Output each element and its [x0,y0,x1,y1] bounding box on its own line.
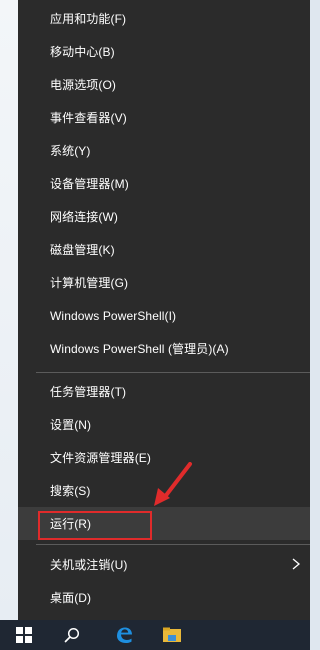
menu-item-powershell[interactable]: Windows PowerShell(I) [18,299,310,332]
menu-item-label: 设备管理器(M) [50,177,129,191]
menu-item-label: 搜索(S) [50,484,91,498]
menu-item-disk-management[interactable]: 磁盘管理(K) [18,233,310,266]
menu-item-label: 桌面(D) [50,591,92,605]
menu-item-label: 关机或注销(U) [50,558,128,572]
menu-item-desktop[interactable]: 桌面(D) [18,581,310,614]
menu-item-system[interactable]: 系统(Y) [18,134,310,167]
menu-item-power-options[interactable]: 电源选项(O) [18,68,310,101]
menu-item-label: 网络连接(W) [50,210,119,224]
taskbar-file-explorer-button[interactable] [148,620,196,650]
menu-item-mobility-center[interactable]: 移动中心(B) [18,35,310,68]
menu-item-apps-and-features[interactable]: 应用和功能(F) [18,2,310,35]
search-icon [64,627,80,643]
menu-item-label: 移动中心(B) [50,45,115,59]
menu-separator [36,544,310,545]
taskbar-search-button[interactable] [48,620,96,650]
menu-item-label: 运行(R) [50,517,92,531]
red-arrow-annotation [154,462,192,506]
windows-start-icon [16,627,32,643]
menu-item-shutdown-or-sign-out[interactable]: 关机或注销(U) [18,548,310,581]
menu-item-label: 设置(N) [50,418,92,432]
menu-item-label: 文件资源管理器(E) [50,451,151,465]
menu-item-computer-management[interactable]: 计算机管理(G) [18,266,310,299]
menu-item-label: 计算机管理(G) [50,276,129,290]
menu-item-label: 磁盘管理(K) [50,243,115,257]
edge-browser-icon [117,627,132,643]
menu-item-label: Windows PowerShell (管理员)(A) [50,342,229,356]
menu-item-network-connections[interactable]: 网络连接(W) [18,200,310,233]
menu-item-settings[interactable]: 设置(N) [18,408,310,441]
menu-item-label: Windows PowerShell(I) [50,308,177,323]
menu-item-label: 电源选项(O) [50,78,117,92]
desktop-background [0,0,19,620]
menu-item-event-viewer[interactable]: 事件查看器(V) [18,101,310,134]
menu-item-label: 事件查看器(V) [50,111,127,125]
taskbar [0,620,310,650]
chevron-right-icon [292,558,301,570]
menu-item-powershell-admin[interactable]: Windows PowerShell (管理员)(A) [18,332,310,365]
menu-separator [36,372,310,373]
menu-item-task-manager[interactable]: 任务管理器(T) [18,375,310,408]
menu-item-device-manager[interactable]: 设备管理器(M) [18,167,310,200]
start-button[interactable] [0,620,48,650]
menu-item-label: 应用和功能(F) [50,12,127,26]
menu-item-label: 系统(Y) [50,144,91,158]
file-explorer-icon [163,627,181,642]
taskbar-edge-button[interactable] [100,620,148,650]
menu-item-run[interactable]: 运行(R) [18,507,310,540]
winx-context-menu: 应用和功能(F) 移动中心(B) 电源选项(O) 事件查看器(V) 系统(Y) … [18,0,310,620]
menu-item-label: 任务管理器(T) [50,385,127,399]
